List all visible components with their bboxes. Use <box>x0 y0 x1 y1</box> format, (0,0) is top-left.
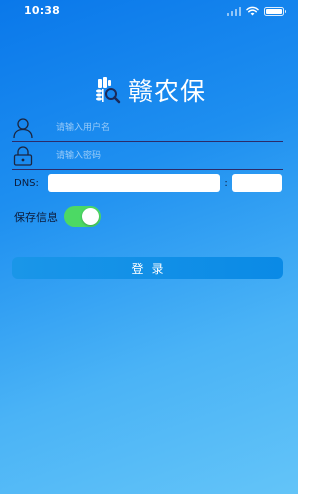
username-input[interactable] <box>54 122 283 134</box>
user-icon <box>12 116 38 140</box>
dns-host-input[interactable] <box>48 174 220 192</box>
login-screen: 10:38 赣农保 请输入用户名 DNS:: 保存信息 登录 <box>0 0 298 494</box>
login-button[interactable]: 登录 <box>12 257 283 279</box>
status-icons <box>226 6 286 16</box>
battery-icon <box>264 6 286 16</box>
wifi-icon <box>246 6 259 16</box>
password-input[interactable] <box>54 150 283 162</box>
dns-port-input[interactable] <box>232 174 282 192</box>
save-info-row: 保存信息 <box>14 206 101 227</box>
dns-label: DNS: <box>14 177 39 189</box>
toggle-knob <box>82 208 99 225</box>
dns-separator: : <box>224 177 228 189</box>
lock-icon <box>12 144 38 168</box>
app-logo: 赣农保 <box>0 72 298 108</box>
save-info-label: 保存信息 <box>14 210 58 224</box>
password-row <box>12 143 283 170</box>
save-info-toggle[interactable] <box>64 206 101 227</box>
app-title: 赣农保 <box>127 77 206 106</box>
status-bar: 10:38 <box>0 0 298 22</box>
wheat-magnifier-logo-icon <box>95 77 121 104</box>
dns-row: DNS: : <box>14 174 282 192</box>
status-time: 10:38 <box>24 4 61 17</box>
cellular-signal-icon <box>226 6 241 16</box>
username-row <box>12 115 283 142</box>
